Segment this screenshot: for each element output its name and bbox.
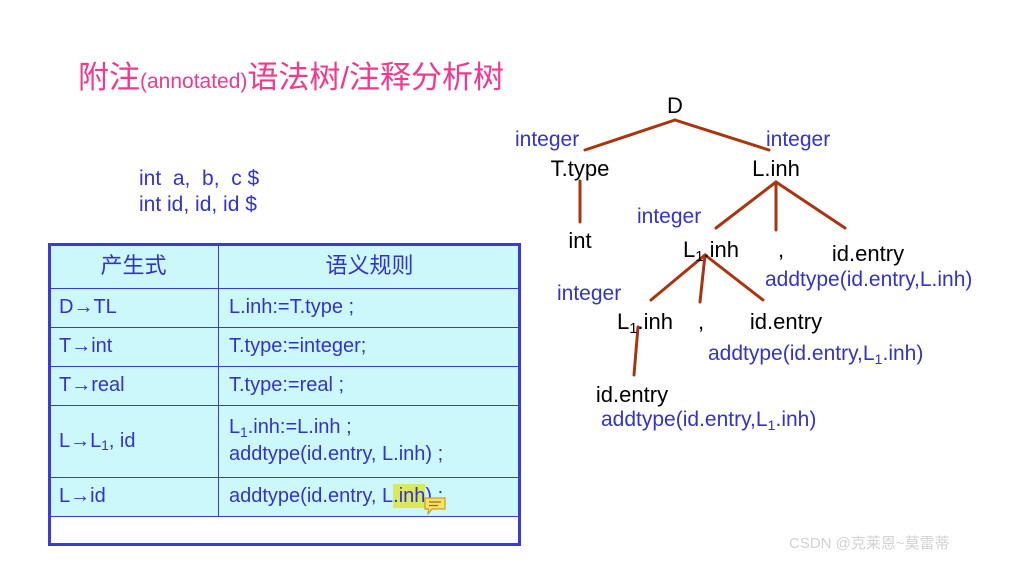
table-row: L→L1, id L1.inh:=L.inh ; addtype(id.entry… — [48, 405, 521, 478]
tree-node-identry-c: id.entry — [595, 382, 669, 407]
tree-node-ttype: T.type — [550, 156, 610, 181]
table-row: D→TL L.inh:=T.type ; — [48, 288, 521, 328]
code-sample: int a, b, c $ int id, id, id $ — [139, 166, 259, 218]
header-production: 产生式 — [48, 243, 219, 289]
table-row: L→id addtype(id.entry, L.inh) ; — [48, 477, 521, 517]
tree-node-comma-b: , — [697, 309, 705, 334]
tree-node-l1inh-b: L1.inh — [616, 309, 674, 337]
cell-production: T→real — [48, 366, 219, 406]
tree-annotation-integer-mid: integer — [637, 205, 702, 228]
tree-annotation-integer-right: integer — [766, 128, 831, 151]
tree-node-linh: L.inh — [752, 156, 800, 181]
tree-annotation-integer-left: integer — [515, 128, 580, 151]
code-line-1: int a, b, c $ — [139, 167, 260, 190]
edge-linh-identry — [774, 180, 847, 230]
table-header-row: 产生式 语义规则 — [48, 243, 521, 289]
page-title: 附注(annotated)语法树/注释分析树 — [78, 52, 504, 97]
tree-annotation-addtype-1: addtype(id.entry,L.inh) — [765, 268, 973, 291]
cell-semantic-rule: addtype(id.entry, L.inh) ; — [218, 477, 521, 517]
title-parenthetical: (annotated) — [140, 70, 248, 93]
edge-linh-l1inh — [714, 180, 778, 230]
semantic-rules-table: 产生式 语义规则 D→TL L.inh:=T.type ; T→int T.ty… — [48, 243, 521, 517]
table-row: T→int T.type:=integer; — [48, 327, 521, 367]
cell-production: T→int — [48, 327, 219, 367]
title-tail: 语法树/注释分析树 — [247, 60, 505, 95]
edge-d-ttype — [583, 118, 677, 152]
tree-node-d: D — [667, 93, 683, 118]
tree-node-int: int — [568, 228, 592, 253]
cell-semantic-rule: T.type:=integer; — [218, 327, 521, 367]
title-lead: 附注 — [78, 60, 140, 95]
tree-annotation-addtype-2: addtype(id.entry,L1.inh) — [708, 342, 924, 368]
edge-d-linh — [673, 118, 771, 152]
cell-semantic-rule: L1.inh:=L.inh ; addtype(id.entry, L.inh) … — [218, 405, 521, 478]
tree-node-identry-a: id.entry — [831, 241, 905, 266]
watermark: CSDN @克莱恩~莫雷蒂 — [789, 535, 950, 552]
code-line-2: int id, id, id $ — [139, 193, 257, 216]
tree-annotation-integer-low: integer — [557, 282, 622, 305]
cell-production: L→L1, id — [48, 405, 219, 478]
tree-annotation-addtype-3: addtype(id.entry,L1.inh) — [601, 408, 817, 434]
cell-production: D→TL — [48, 288, 219, 328]
cell-production: L→id — [48, 477, 219, 517]
table-row: T→real T.type:=real ; — [48, 366, 521, 406]
cell-semantic-rule: L.inh:=T.type ; — [218, 288, 521, 328]
tree-node-identry-b: id.entry — [749, 309, 823, 334]
tree-node-comma-a: , — [777, 237, 785, 262]
tree-node-l1inh-a: L1.inh — [682, 237, 740, 265]
header-semantic-rule: 语义规则 — [218, 243, 521, 289]
cell-semantic-rule: T.type:=real ; — [218, 366, 521, 406]
